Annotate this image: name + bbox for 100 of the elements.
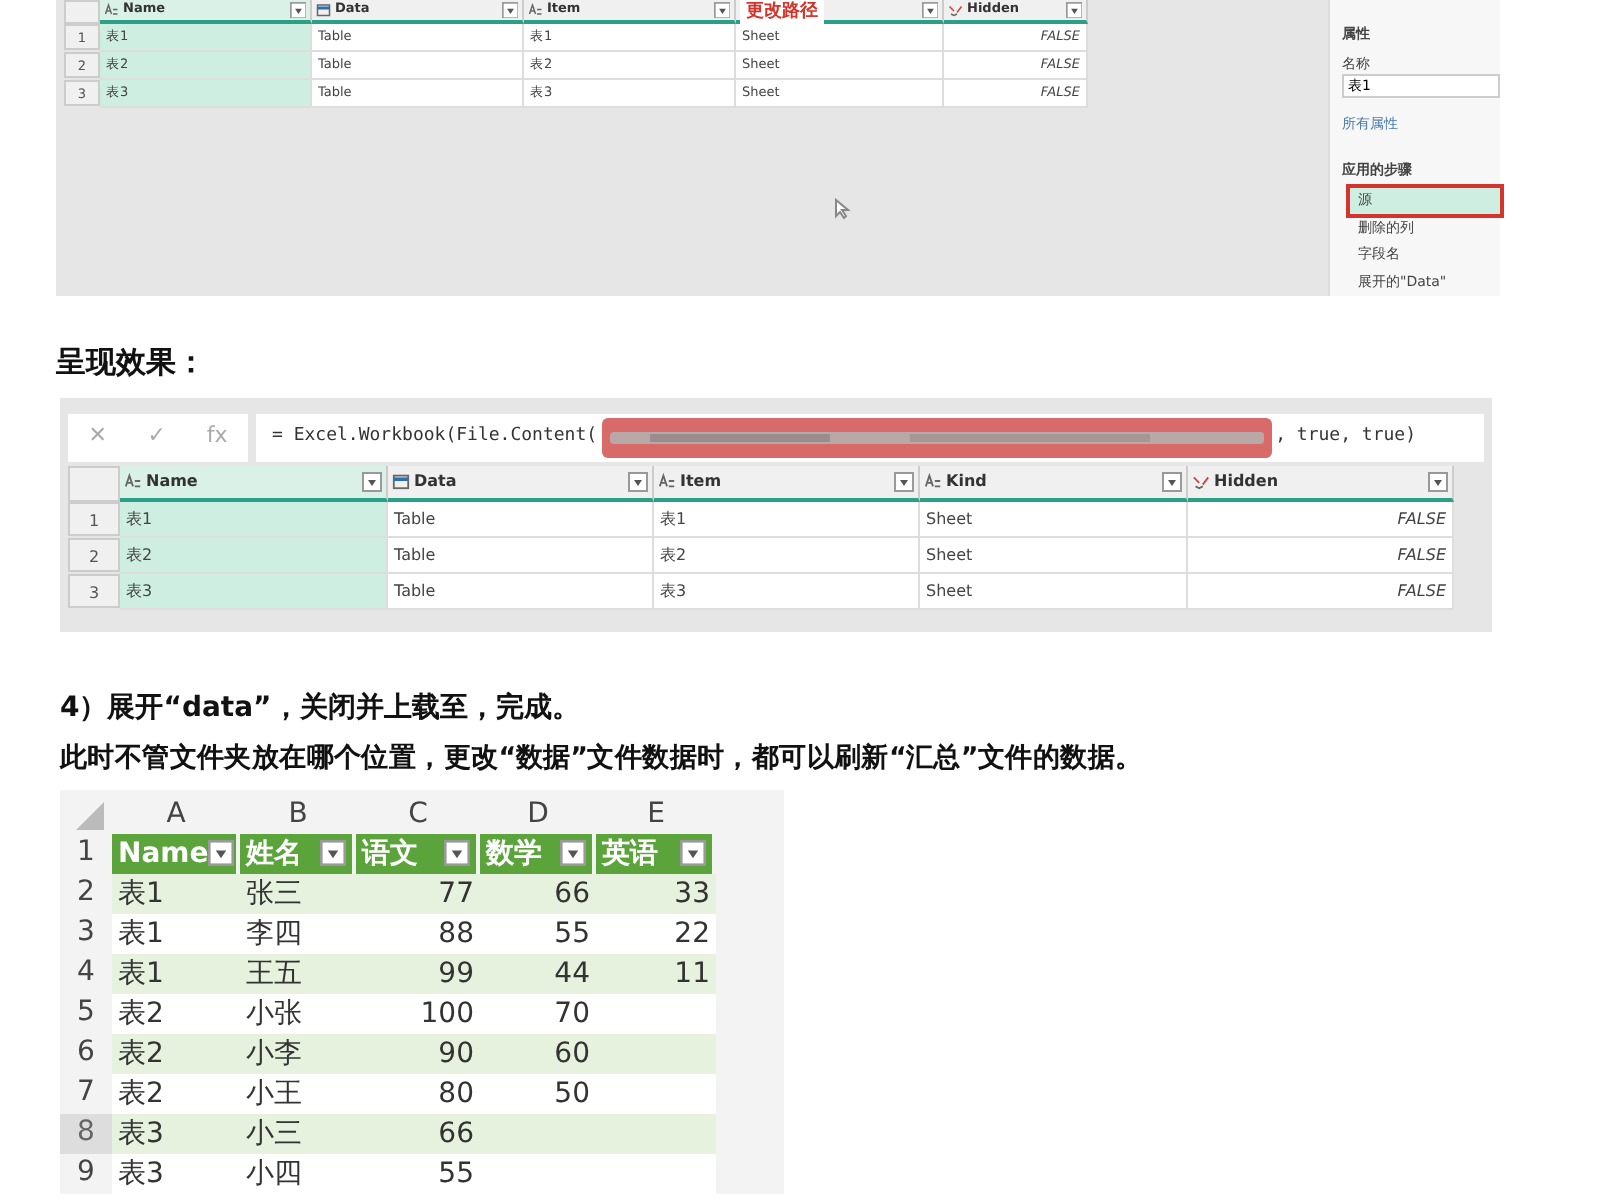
filter-button[interactable] [680, 840, 706, 867]
filter-button[interactable] [444, 840, 470, 867]
table-cell: 表3 [120, 573, 388, 609]
row-number: 3 [68, 573, 120, 607]
table-cell: 小张 [240, 993, 356, 1034]
table-cell: 66 [356, 1113, 480, 1154]
table-cell: 表1 [112, 873, 240, 914]
table-cell: 小李 [240, 1033, 356, 1074]
table-cell: Sheet [920, 537, 1188, 573]
table-cell: 50 [480, 1073, 596, 1114]
table-cell [596, 1113, 716, 1154]
text-type-icon [658, 472, 676, 490]
header-cell: 姓名 [240, 833, 352, 874]
dropdown-icon[interactable] [1065, 1, 1082, 19]
table-cell: 90 [356, 1033, 480, 1074]
table-cell: 王五 [240, 953, 356, 994]
table-cell: 表2 [654, 537, 920, 573]
table-cell: 70 [480, 993, 596, 1034]
table-cell: 李四 [240, 913, 356, 954]
table-cell: 55 [356, 1153, 480, 1194]
text-type-icon [124, 472, 142, 490]
dropdown-icon[interactable] [921, 1, 938, 19]
table-cell: 表2 [112, 1073, 240, 1114]
dropdown-icon[interactable] [713, 1, 730, 19]
table-cell: 表1 [120, 501, 388, 537]
column-letter[interactable]: C [356, 795, 480, 834]
table-cell: 表2 [120, 537, 388, 573]
dropdown-icon[interactable] [1428, 471, 1448, 491]
table-cell: 66 [480, 873, 596, 914]
table-cell: 表3 [654, 573, 920, 609]
dropdown-icon[interactable] [628, 471, 648, 491]
table-type-icon [392, 472, 410, 490]
table-cell: FALSE [1188, 501, 1454, 537]
logical-type-icon [948, 2, 963, 18]
header-cell: Name [112, 833, 236, 874]
table-cell: Table [388, 573, 654, 609]
text-type-icon [104, 2, 119, 18]
table-cell: 张三 [240, 873, 356, 914]
header-cell: 英语 [596, 833, 712, 874]
table-cell: Sheet [920, 573, 1188, 609]
row-number: 2 [68, 537, 120, 571]
table-cell: 77 [356, 873, 480, 914]
text-type-icon [924, 472, 942, 490]
table-cell: FALSE [1188, 537, 1454, 573]
logical-type-icon [1192, 472, 1210, 490]
table-cell: 小三 [240, 1113, 356, 1154]
table-cell [596, 1033, 716, 1074]
table-cell: 88 [356, 913, 480, 954]
table-cell: 100 [356, 993, 480, 1034]
table-cell [596, 993, 716, 1034]
corner-cell [68, 465, 120, 501]
row-number[interactable]: 8 [60, 1113, 112, 1154]
table-cell: 60 [480, 1033, 596, 1074]
table-cell: 表1 [112, 913, 240, 954]
note-text: 此时不管文件夹放在哪个位置，更改“数据”文件数据时，都可以刷新“汇总”文件的数据。 [60, 739, 1145, 777]
filter-button[interactable] [208, 840, 235, 867]
table-cell: 小王 [240, 1073, 356, 1114]
table-cell: 表2 [112, 993, 240, 1034]
filter-button[interactable] [320, 840, 346, 867]
column-header[interactable]: Data [388, 465, 654, 501]
filter-button[interactable] [560, 840, 586, 867]
row-number: 1 [68, 501, 120, 535]
table-cell: 表3 [112, 1113, 240, 1154]
mouse-cursor-icon [834, 198, 850, 220]
dropdown-icon[interactable] [289, 1, 306, 19]
table-cell: 小四 [240, 1153, 356, 1194]
table-cell: Table [388, 537, 654, 573]
table-cell: 80 [356, 1073, 480, 1114]
header-cell: 数学 [480, 833, 592, 874]
table-cell: 表1 [112, 953, 240, 994]
column-letter[interactable]: A [112, 795, 240, 834]
table-cell: Table [388, 501, 654, 537]
column-header[interactable]: 更改路径 [736, 0, 944, 24]
table-cell: 44 [480, 953, 596, 994]
column-letter[interactable]: B [240, 795, 356, 834]
column-header[interactable]: Hidden [1188, 465, 1454, 501]
table-cell [596, 1073, 716, 1114]
dropdown-icon[interactable] [362, 471, 382, 491]
table-cell: 11 [596, 953, 716, 994]
column-header[interactable]: Item [654, 465, 920, 501]
column-header[interactable]: Name [120, 465, 388, 501]
dropdown-icon[interactable] [1162, 471, 1182, 491]
column-letter[interactable]: E [596, 795, 716, 834]
table-cell: 表2 [112, 1033, 240, 1074]
table-cell: FALSE [1188, 573, 1454, 609]
annotation-label: 更改路径 [740, 0, 824, 24]
header-cell: 语文 [356, 833, 476, 874]
step-heading: 4）展开“data”，关闭并上载至，完成。 [60, 689, 582, 727]
table-cell: 表3 [112, 1153, 240, 1194]
table-cell: 表1 [654, 501, 920, 537]
table-cell: 99 [356, 953, 480, 994]
table-cell: 22 [596, 913, 716, 954]
dropdown-icon[interactable] [501, 1, 518, 19]
column-letter[interactable]: D [480, 795, 596, 834]
column-header[interactable]: Kind [920, 465, 1188, 501]
table-cell: 55 [480, 913, 596, 954]
dropdown-icon[interactable] [894, 471, 914, 491]
section-heading: 呈现效果： [56, 342, 208, 384]
table-cell: 33 [596, 873, 716, 914]
formula-text: , true, true) [1275, 423, 1417, 450]
